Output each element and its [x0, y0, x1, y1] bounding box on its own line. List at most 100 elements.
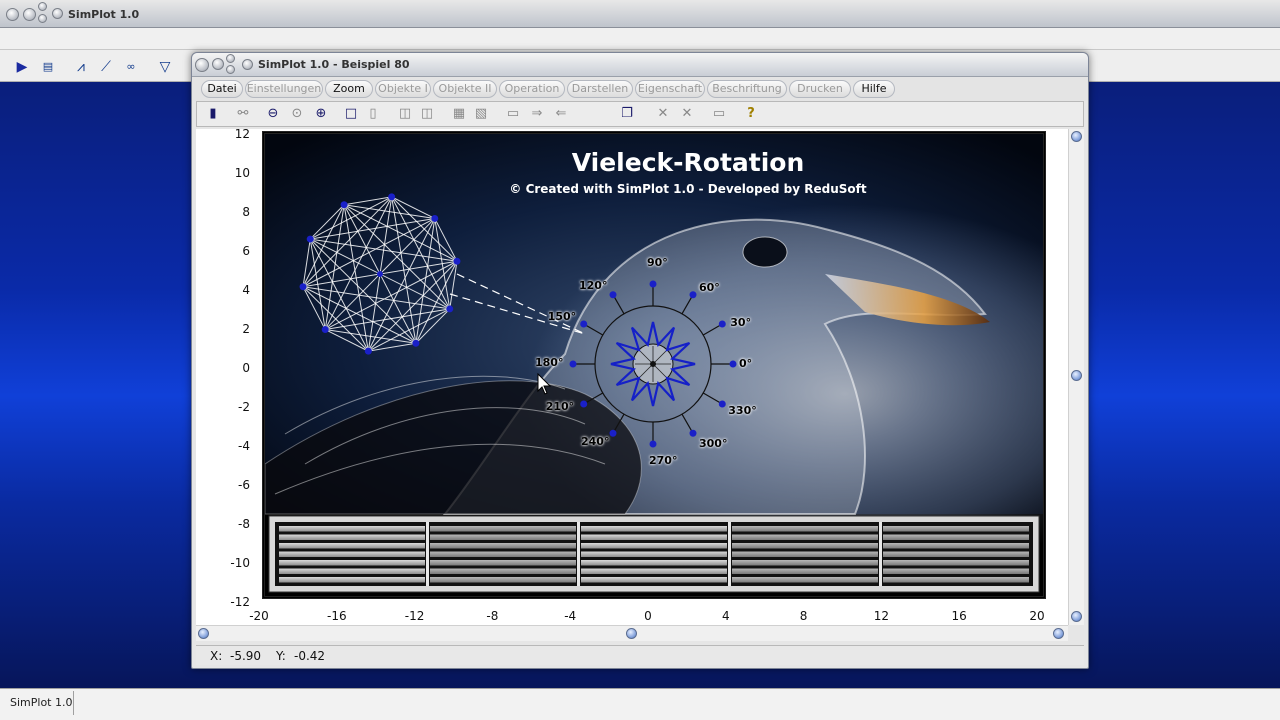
film-bar: [883, 551, 1029, 557]
document-window: SimPlot 1.0 - Beispiel 80 Datei Einstell…: [191, 52, 1089, 669]
zoom-button[interactable]: [38, 2, 47, 11]
document-collapse-button[interactable]: [226, 65, 235, 74]
film-bar: [581, 543, 727, 549]
x-tick-label: 16: [951, 609, 967, 623]
table-icon[interactable]: ▤: [39, 58, 57, 76]
film-bar: [430, 577, 576, 583]
film-bar: [732, 526, 878, 532]
zoom-in-icon[interactable]: ⊕: [313, 106, 329, 122]
minimize-button[interactable]: [23, 8, 36, 21]
menu-eigenschaft[interactable]: Eigenschaft: [635, 80, 705, 98]
network-vertex: [340, 201, 348, 209]
angle-label: 210°: [545, 400, 575, 413]
filter-icon[interactable]: ▽: [156, 58, 174, 76]
window-menu-button[interactable]: [52, 8, 63, 19]
pages-icon[interactable]: ❐: [619, 106, 635, 122]
document-titlebar[interactable]: SimPlot 1.0 - Beispiel 80: [192, 53, 1088, 77]
play-icon[interactable]: ▶: [13, 58, 31, 76]
x-coord-label: X:: [210, 649, 223, 663]
film-bar: [430, 526, 576, 532]
scroll-left-knob[interactable]: [198, 628, 209, 639]
y-tick-label: -4: [238, 439, 250, 453]
document-menu-button[interactable]: [242, 59, 253, 70]
scroll-right-knob[interactable]: [1053, 628, 1064, 639]
data-series-icon[interactable]: ∞: [122, 58, 140, 76]
angle-marker: [729, 360, 737, 368]
film-bar: [883, 568, 1029, 574]
close-button[interactable]: [6, 8, 19, 21]
function-plot-icon[interactable]: ⟋: [97, 58, 115, 76]
plot-area[interactable]: 12 10 8 6 4 2 0 -2 -4 -6 -8 -10 -12 -20 -16 -12 -8 -4 0 4 8…: [196, 127, 1068, 625]
print-icon[interactable]: ▭: [711, 106, 727, 122]
angle-marker: [718, 320, 726, 328]
resize-icon[interactable]: ▯: [365, 106, 381, 122]
angle-label: 120°: [579, 278, 608, 292]
document-toolbar: ▮ ⚯ ⊖ ⊙ ⊕ □ ▯ ◫ ◫ ▦ ▧ ▭ ⇒ ⇐ ❐ ✕ ✕ ▭ ?: [196, 101, 1084, 127]
vertical-scrollbar[interactable]: [1068, 129, 1084, 625]
layers-icon[interactable]: ▧: [473, 106, 489, 122]
x-tick-label: 0: [644, 609, 652, 623]
x-coord-value: -5.90: [230, 649, 262, 663]
copy-view-icon[interactable]: ◫: [419, 106, 435, 122]
delete-icon[interactable]: ✕: [679, 106, 695, 122]
coordinate-readout: X: -5.90 Y: -0.42: [196, 645, 1084, 665]
align-icon[interactable]: ▭: [505, 106, 521, 122]
menu-objekte-1[interactable]: Objekte I: [375, 80, 431, 98]
film-bar: [883, 560, 1029, 566]
angle-marker: [609, 429, 617, 437]
status-text: SimPlot 1.0: [4, 691, 74, 715]
angle-marker: [649, 440, 657, 448]
app-title: SimPlot 1.0: [68, 8, 140, 21]
film-bar: [581, 551, 727, 557]
document-zoom-button[interactable]: [226, 54, 235, 63]
menu-drucken[interactable]: Drucken: [789, 80, 851, 98]
network-vertex: [306, 235, 314, 243]
film-separator: [426, 522, 429, 586]
zoom-reset-icon[interactable]: ⊙: [289, 106, 305, 122]
film-bar: [732, 543, 878, 549]
glasses-icon[interactable]: ⚯: [235, 106, 251, 122]
menu-objekte-2[interactable]: Objekte II: [433, 80, 497, 98]
vertical-scroll-thumb[interactable]: [1071, 370, 1082, 381]
arrow-left-icon[interactable]: ⇐: [553, 106, 569, 122]
angle-label: 270°: [649, 454, 678, 467]
cut-icon[interactable]: ✕: [655, 106, 671, 122]
angle-label: 300°: [699, 437, 728, 451]
network-center: [377, 271, 383, 277]
angle-label: 330°: [728, 404, 757, 417]
help-icon[interactable]: ?: [743, 106, 759, 122]
zoom-out-icon[interactable]: ⊖: [265, 106, 281, 122]
film-bar: [279, 543, 425, 549]
menu-beschriftung[interactable]: Beschriftung: [707, 80, 787, 98]
rectangle-select-icon[interactable]: □: [343, 106, 359, 122]
scroll-down-knob[interactable]: [1071, 611, 1082, 622]
scroll-up-knob[interactable]: [1071, 131, 1082, 142]
menu-hilfe[interactable]: Hilfe: [853, 80, 895, 98]
film-bar: [279, 551, 425, 557]
y-tick-label: -8: [238, 517, 250, 531]
main-menubar: [0, 28, 1280, 50]
angle-label: 150°: [547, 310, 577, 323]
arrow-right-icon[interactable]: ⇒: [529, 106, 545, 122]
menu-zoom[interactable]: Zoom: [325, 80, 373, 98]
y-coord-value: -0.42: [294, 649, 326, 663]
calculator-icon[interactable]: ▮: [205, 106, 221, 122]
main-titlebar[interactable]: SimPlot 1.0: [0, 0, 1280, 28]
grid-icon[interactable]: ▦: [451, 106, 467, 122]
collapse-button[interactable]: [38, 14, 47, 23]
y-tick-label: -2: [238, 400, 250, 414]
horizontal-scroll-thumb[interactable]: [626, 628, 637, 639]
network-vertex: [412, 339, 420, 347]
fit-icon[interactable]: ◫: [397, 106, 413, 122]
menu-operation[interactable]: Operation: [499, 80, 565, 98]
y-tick-label: 4: [242, 283, 250, 297]
horizontal-scrollbar[interactable]: [196, 625, 1068, 641]
menu-darstellen[interactable]: Darstellen: [567, 80, 633, 98]
document-close-button[interactable]: [195, 58, 209, 72]
y-tick-label: 0: [242, 361, 250, 375]
document-minimize-button[interactable]: [212, 58, 224, 70]
menu-einstellungen[interactable]: Einstellungen: [245, 80, 323, 98]
y-tick-label: 12: [234, 127, 250, 141]
line-chart-icon[interactable]: ⩘: [72, 58, 90, 76]
menu-datei[interactable]: Datei: [201, 80, 243, 98]
